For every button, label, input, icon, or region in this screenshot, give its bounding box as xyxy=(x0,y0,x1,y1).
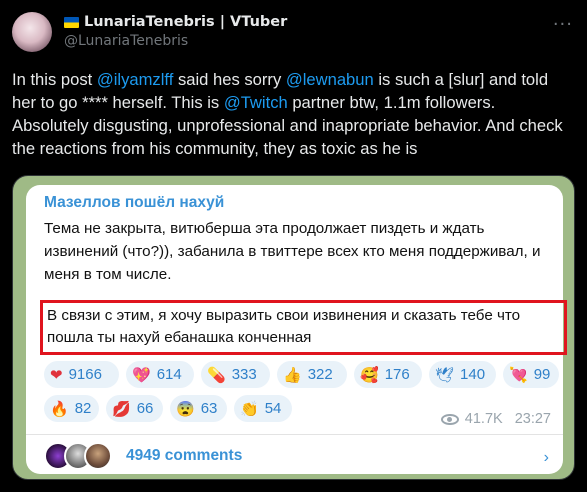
reaction-count: 99 xyxy=(533,366,551,383)
reaction-count: 66 xyxy=(136,400,154,417)
reaction-count: 176 xyxy=(384,366,410,383)
comments-row: 4949 comments xyxy=(44,442,242,470)
more-options-icon[interactable]: ··· xyxy=(553,14,573,35)
thumbs-up-icon: 👍 xyxy=(283,366,302,384)
reaction-count: 63 xyxy=(200,400,218,417)
tweet-text-part: said hes sorry xyxy=(173,70,286,89)
reaction-count: 82 xyxy=(74,400,92,417)
tweet-text: In this post @ilyamzlff said hes sorry @… xyxy=(12,68,574,160)
reaction-count: 9166 xyxy=(68,366,102,383)
reaction-count: 333 xyxy=(231,366,257,383)
reaction-chip: 🕊 140 xyxy=(429,361,496,388)
mention-link[interactable]: @lewnabun xyxy=(286,70,374,89)
reaction-chip: 💘 99 xyxy=(503,361,559,388)
mention-link[interactable]: @Twitch xyxy=(224,93,288,112)
message-meta: 41.7K 23:27 xyxy=(440,411,551,427)
reaction-chip: 👏 54 xyxy=(234,395,292,422)
reaction-chip: 💖 614 xyxy=(126,361,194,388)
divider xyxy=(26,434,563,435)
highlight-box: В связи с этим, я хочу выразить свои изв… xyxy=(40,300,567,355)
telegram-channel-name: Мазеллов пошёл нахуй xyxy=(44,194,225,211)
author-avatar[interactable] xyxy=(12,12,52,52)
commenter-avatar xyxy=(84,442,112,470)
author-display-name-text[interactable]: LunariaTenebris | VTuber xyxy=(84,13,287,32)
reaction-count: 614 xyxy=(156,366,182,383)
message-time: 23:27 xyxy=(514,411,551,427)
reaction-count: 140 xyxy=(460,366,486,383)
fearful-face-icon: 😨 xyxy=(176,400,195,418)
heart-icon: ❤ xyxy=(50,366,63,384)
smiling-hearts-icon: 🥰 xyxy=(360,366,379,384)
kiss-mark-icon: 💋 xyxy=(112,400,131,418)
author-display-name[interactable]: LunariaTenebris | VTuber xyxy=(64,13,287,32)
pill-icon: 💊 xyxy=(207,366,226,384)
reaction-chip: 🔥 82 xyxy=(44,395,99,422)
clapping-hands-icon: 👏 xyxy=(240,400,259,418)
reaction-chip: 🥰 176 xyxy=(354,361,422,388)
highlighted-message-text: В связи с этим, я хочу выразить свои изв… xyxy=(47,307,521,346)
heart-arrow-icon: 💘 xyxy=(509,366,528,384)
ukraine-flag-icon xyxy=(64,17,79,28)
reaction-chip: 💊 333 xyxy=(201,361,270,388)
tweet-media-image[interactable]: Мазеллов пошёл нахуй Тема не закрыта, ви… xyxy=(12,175,575,480)
reaction-chip: 💋 66 xyxy=(106,395,163,422)
view-count: 41.7K xyxy=(464,411,503,427)
reaction-count: 322 xyxy=(307,366,333,383)
reaction-chip: ❤ 9166 xyxy=(44,361,119,388)
eye-icon xyxy=(440,413,459,425)
sparkling-heart-icon: 💖 xyxy=(132,366,151,384)
comments-count: 4949 comments xyxy=(126,447,243,464)
fire-icon: 🔥 xyxy=(50,400,69,418)
mention-link[interactable]: @ilyamzlff xyxy=(97,70,173,89)
dove-icon: 🕊 xyxy=(435,366,455,384)
author-handle[interactable]: @LunariaTenebris xyxy=(64,32,287,51)
reaction-chip: 👍 322 xyxy=(277,361,347,388)
reaction-chip: 😨 63 xyxy=(170,395,227,422)
telegram-message-body: Тема не закрыта, витюберша эта продолжае… xyxy=(44,220,541,283)
tweet-header: LunariaTenebris | VTuber @LunariaTenebri… xyxy=(12,12,287,52)
telegram-message-bubble: Мазеллов пошёл нахуй Тема не закрыта, ви… xyxy=(26,185,567,474)
tweet-text-part: In this post xyxy=(12,70,97,89)
chevron-right-icon: › xyxy=(543,449,549,466)
author-names: LunariaTenebris | VTuber @LunariaTenebri… xyxy=(64,13,287,51)
reaction-count: 54 xyxy=(264,400,282,417)
